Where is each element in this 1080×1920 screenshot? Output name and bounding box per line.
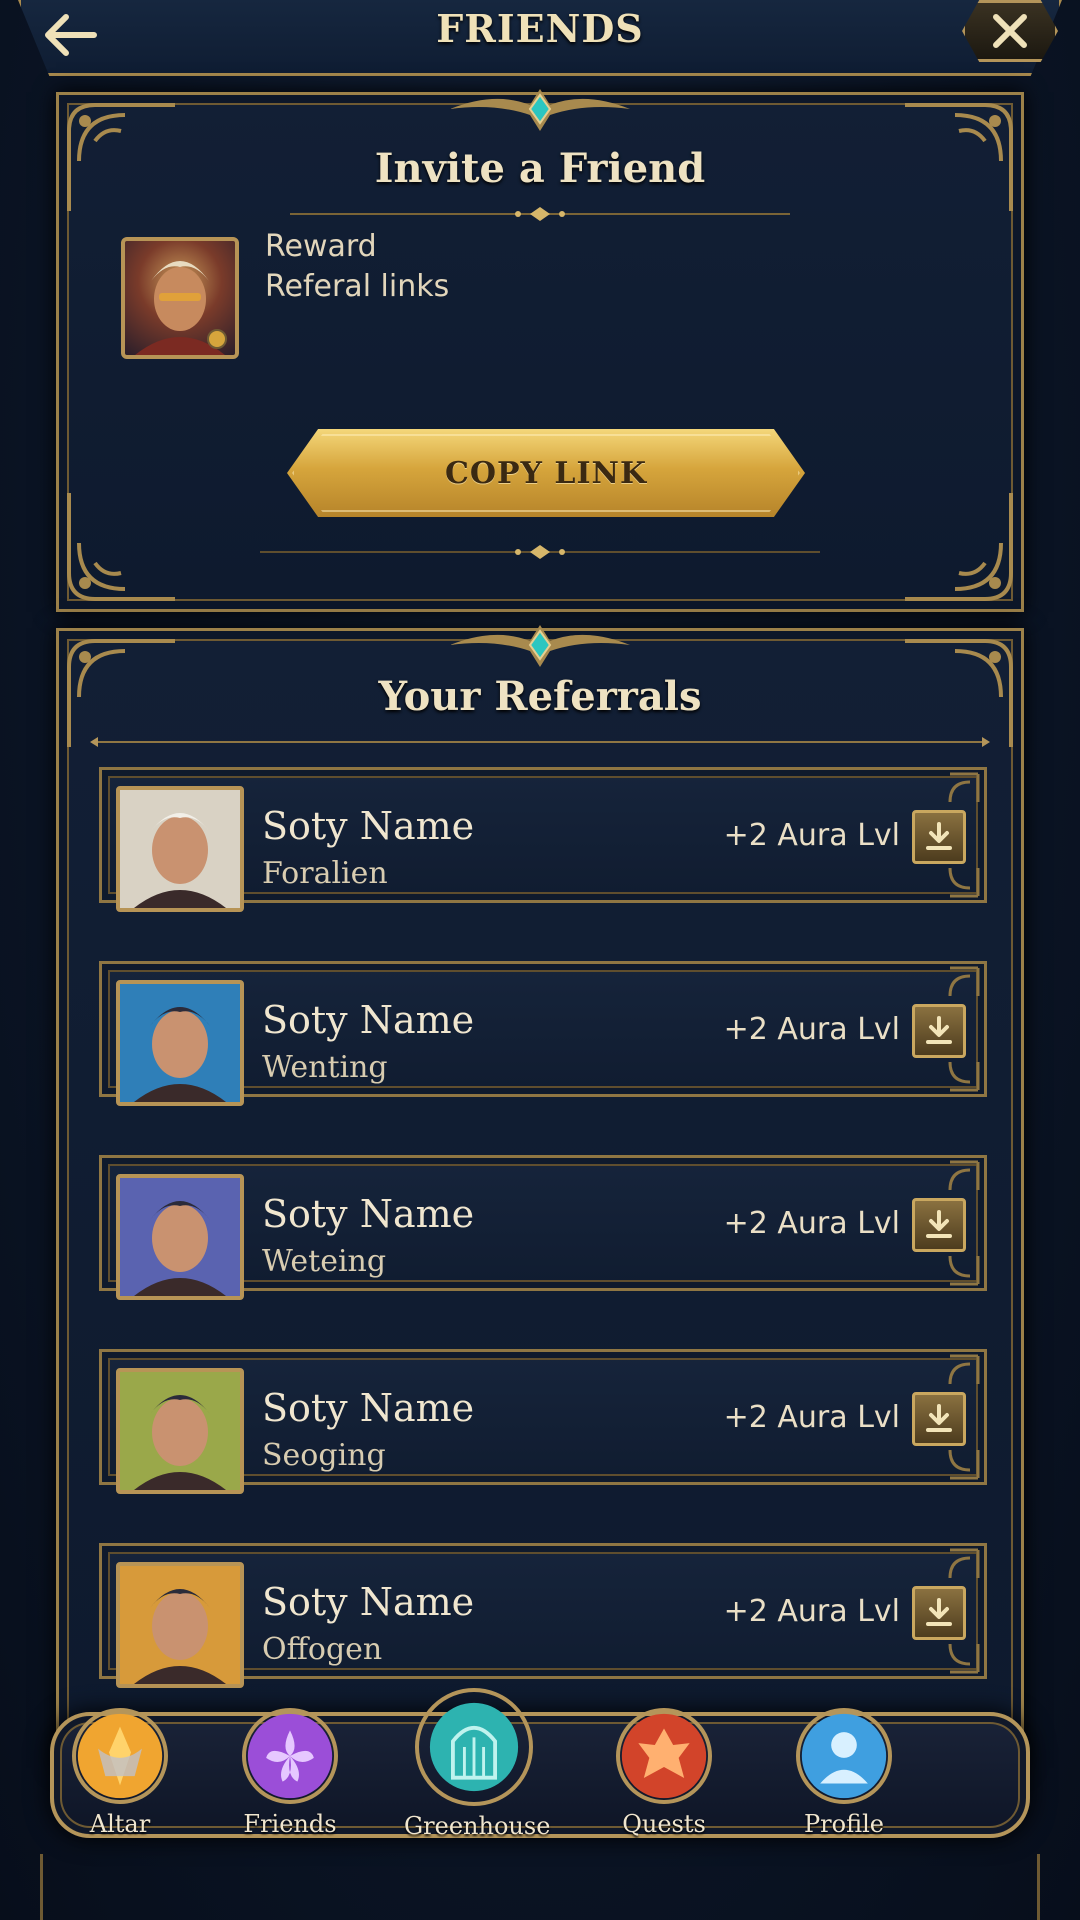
referral-avatar — [116, 1562, 244, 1688]
hero-face-icon — [120, 1566, 240, 1684]
referral-name: Soty Name — [262, 998, 475, 1042]
referral-avatar — [116, 980, 244, 1106]
referral-subname: Seoging — [262, 1438, 386, 1473]
corner-ornament-icon — [948, 1061, 980, 1092]
referral-subname: Foralien — [262, 856, 388, 891]
corner-ornament-icon — [895, 483, 1015, 603]
page-title: FRIENDS — [436, 6, 644, 51]
aura-bonus: +2 Aura Lvl — [723, 1206, 900, 1241]
close-icon — [993, 14, 1027, 48]
referral-subname: Offogen — [262, 1632, 383, 1667]
nav-friends[interactable]: Friends — [220, 1700, 360, 1850]
hero-face-icon — [120, 790, 240, 908]
nav-label: Greenhouse — [404, 1812, 551, 1840]
referrals-title: Your Referrals — [378, 673, 702, 720]
referral-avatar — [116, 1174, 244, 1300]
nav-label: Altar — [89, 1810, 151, 1838]
reward-info: Reward Referal links — [265, 227, 449, 307]
copy-link-label: COPY LINK — [444, 455, 648, 491]
altar-icon — [72, 1708, 168, 1804]
divider-ornament — [260, 545, 820, 559]
corner-ornament-icon — [948, 867, 980, 898]
nav-altar[interactable]: Altar — [50, 1700, 190, 1850]
friends-icon — [242, 1708, 338, 1804]
corner-ornament-icon — [948, 1548, 980, 1579]
referral-links-label: Referal links — [265, 269, 450, 304]
aura-bonus: +2 Aura Lvl — [723, 1012, 900, 1047]
referrals-panel: Your Referrals Soty Name Foralien +2 Aur… — [56, 625, 1024, 1768]
hero-face-icon — [120, 1178, 240, 1296]
referral-avatar — [116, 786, 244, 912]
crest-ornament-icon — [450, 89, 630, 131]
referral-row: Soty Name Seoging +2 Aura Lvl — [99, 1349, 987, 1494]
aura-bonus: +2 Aura Lvl — [723, 818, 900, 853]
nav-greenhouse[interactable]: Greenhouse — [404, 1688, 551, 1850]
corner-ornament-icon — [948, 1449, 980, 1480]
referral-row: Soty Name Offogen +2 Aura Lvl — [99, 1543, 987, 1688]
crest-ornament-icon — [450, 625, 630, 667]
hero-face-icon — [120, 984, 240, 1102]
quests-icon — [616, 1708, 712, 1804]
referral-row: Soty Name Wenting +2 Aura Lvl — [99, 961, 987, 1106]
referral-name: Soty Name — [262, 1386, 475, 1430]
nav-label: Profile — [804, 1810, 884, 1838]
hero-face-icon — [120, 1372, 240, 1490]
referral-row: Soty Name Foralien +2 Aura Lvl — [99, 767, 987, 912]
reward-label: Reward — [265, 229, 377, 264]
referral-name: Soty Name — [262, 1580, 475, 1624]
referral-row: Soty Name Weteing +2 Aura Lvl — [99, 1155, 987, 1300]
referral-subname: Weteing — [262, 1244, 387, 1279]
corner-ornament-icon — [948, 772, 980, 803]
copy-link-button[interactable]: COPY LINK — [287, 429, 805, 517]
hero-face-icon — [135, 261, 227, 355]
corner-ornament-icon — [948, 1643, 980, 1674]
greenhouse-icon — [415, 1688, 533, 1806]
corner-ornament-icon — [948, 1160, 980, 1191]
reward-hero-portrait — [121, 237, 239, 359]
referral-name: Soty Name — [262, 804, 475, 848]
nav-label: Quests — [622, 1810, 706, 1838]
aura-bonus: +2 Aura Lvl — [723, 1400, 900, 1435]
aura-bonus: +2 Aura Lvl — [723, 1594, 900, 1629]
corner-ornament-icon — [948, 1255, 980, 1286]
referral-name: Soty Name — [262, 1192, 475, 1236]
bottom-nav: Altar Friends Greenhouse Quests Profile — [10, 1688, 1070, 1850]
invite-title: Invite a Friend — [374, 145, 706, 192]
bottom-frame — [40, 1854, 1040, 1920]
invite-panel: Invite a Friend Reward Referal links COP… — [56, 89, 1024, 612]
nav-profile[interactable]: Profile — [774, 1700, 914, 1850]
referral-subname: Wenting — [262, 1050, 388, 1085]
divider-ornament — [290, 207, 790, 221]
corner-ornament-icon — [948, 1354, 980, 1385]
close-button[interactable] — [962, 0, 1058, 62]
nav-quests[interactable]: Quests — [594, 1700, 734, 1850]
corner-ornament-icon — [948, 966, 980, 997]
nav-label: Friends — [243, 1810, 337, 1838]
corner-ornament-icon — [65, 483, 185, 603]
divider-ornament — [90, 737, 990, 747]
profile-icon — [796, 1708, 892, 1804]
referral-avatar — [116, 1368, 244, 1494]
